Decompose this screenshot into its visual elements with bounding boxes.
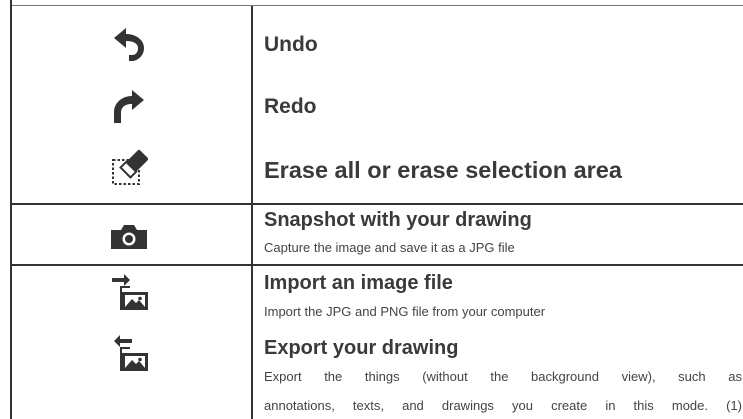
- undo-arrow-icon: [114, 28, 144, 61]
- snapshot-label: Snapshot with your drawing: [264, 209, 532, 231]
- import-image-icon: [112, 274, 148, 310]
- feature-table: Undo Redo Erase all or erase selection a…: [0, 0, 743, 419]
- export-description-line: annotations, texts, and drawings you cre…: [264, 398, 742, 413]
- export-description-line: Export the things (without the backgroun…: [264, 369, 742, 384]
- export-label: Export your drawing: [264, 337, 459, 359]
- column-divider: [251, 6, 253, 419]
- export-image-icon: [114, 335, 148, 371]
- redo-label: Redo: [264, 95, 317, 118]
- camera-icon: [111, 225, 147, 249]
- import-description: Import the JPG and PNG file from your co…: [264, 304, 546, 319]
- table-top-border: [10, 5, 743, 6]
- table-left-border: [10, 0, 12, 419]
- redo-arrow-icon: [114, 90, 144, 123]
- erase-label: Erase all or erase selection area: [264, 157, 622, 183]
- snapshot-description: Capture the image and save it as a JPG f…: [264, 240, 515, 255]
- row-divider: [10, 264, 743, 266]
- row-divider: [10, 203, 743, 205]
- erase-selection-icon: [112, 149, 149, 185]
- undo-label: Undo: [264, 33, 318, 56]
- import-label: Import an image file: [264, 272, 453, 294]
